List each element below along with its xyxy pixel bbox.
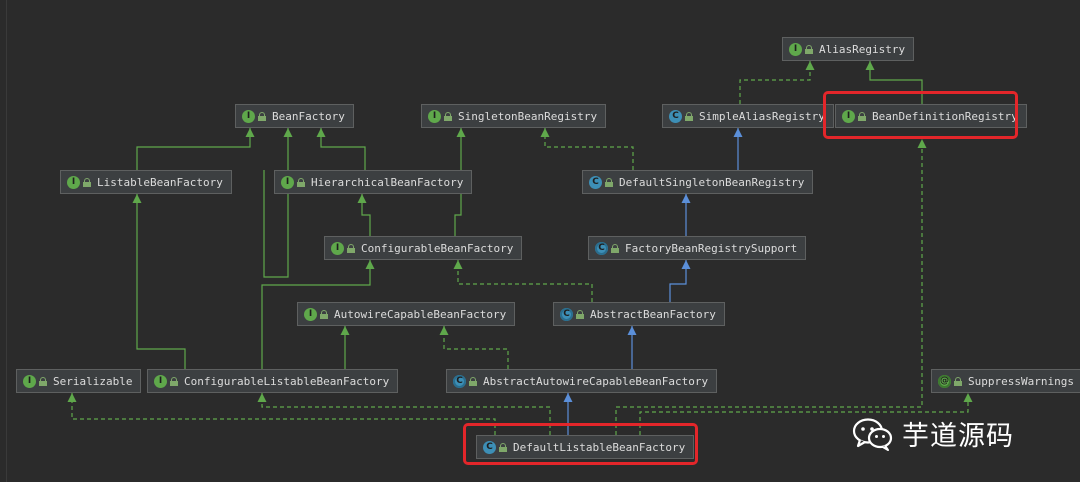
node-label: DefaultSingletonBeanRegistry	[619, 175, 805, 189]
interface-icon: I	[304, 307, 317, 321]
node-label: SimpleAliasRegistry	[699, 109, 825, 123]
lock-icon	[605, 177, 613, 187]
arrowhead	[917, 139, 927, 148]
lock-icon	[39, 376, 47, 386]
arrowhead	[456, 128, 466, 137]
edge-abstractautowire-to-autowire	[443, 326, 509, 369]
edge-abstractbf-to-configurable	[457, 260, 593, 302]
edge-autowire-to-beanfactory	[263, 128, 289, 278]
lock-icon	[611, 243, 619, 253]
highlight-default-listable-bean-factory	[463, 423, 698, 465]
node-label: FactoryBeanRegistrySupport	[625, 241, 798, 255]
arrowhead	[563, 393, 573, 402]
arrowhead	[357, 194, 367, 203]
arrowhead	[540, 128, 550, 137]
node-label: AliasRegistry	[819, 42, 906, 56]
node-label: SuppressWarnings	[968, 374, 1074, 388]
interface-icon: I	[331, 241, 344, 255]
watermark: 芋道源码	[852, 414, 1014, 453]
node-bean-factory[interactable]: I BeanFactory	[235, 104, 354, 128]
node-label: AbstractBeanFactory	[590, 307, 716, 321]
abstract-class-icon: C	[560, 307, 573, 321]
node-abstract-autowire-capable-bean-factory[interactable]: C AbstractAutowireCapableBeanFactory	[446, 369, 718, 393]
node-label: ListableBeanFactory	[97, 175, 223, 189]
node-default-singleton-bean-registry[interactable]: C DefaultSingletonBeanRegistry	[582, 170, 814, 194]
interface-icon: I	[789, 42, 802, 56]
node-hierarchical-bean-factory[interactable]: I HierarchicalBeanFactory	[274, 170, 473, 194]
node-abstract-bean-factory[interactable]: C AbstractBeanFactory	[553, 302, 725, 326]
node-configurable-listable-bean-factory[interactable]: I ConfigurableListableBeanFactory	[147, 369, 399, 393]
node-label: BeanFactory	[272, 109, 345, 123]
arrowhead	[132, 194, 142, 203]
node-autowire-capable-bean-factory[interactable]: I AutowireCapableBeanFactory	[297, 302, 516, 326]
edge-defaultsingleton-to-singleton	[544, 128, 634, 170]
arrowhead	[681, 260, 691, 269]
highlight-bean-definition-registry	[823, 91, 1018, 139]
relationship-edges	[67, 61, 973, 435]
node-label: SingletonBeanRegistry	[458, 109, 598, 123]
node-singleton-bean-registry[interactable]: I SingletonBeanRegistry	[421, 104, 607, 128]
class-icon: C	[589, 175, 602, 189]
arrowhead	[245, 128, 255, 137]
arrowhead	[865, 61, 875, 70]
lock-icon	[83, 177, 91, 187]
node-alias-registry[interactable]: I AliasRegistry	[782, 37, 915, 61]
node-suppress-warnings[interactable]: @ SuppressWarnings	[931, 369, 1080, 393]
watermark-text: 芋道源码	[902, 421, 1014, 452]
node-serializable[interactable]: I Serializable	[16, 369, 142, 393]
lock-icon	[469, 376, 477, 386]
wechat-icon	[852, 417, 893, 451]
arrowhead	[453, 260, 463, 269]
arrowhead	[283, 128, 293, 137]
arrowhead	[257, 393, 267, 402]
lock-icon	[347, 243, 355, 253]
annotation-icon: @	[938, 374, 951, 388]
interface-icon: I	[242, 109, 255, 123]
node-label: ConfigurableBeanFactory	[361, 241, 514, 255]
arrowhead	[681, 194, 691, 203]
node-label: AbstractAutowireCapableBeanFactory	[483, 374, 709, 388]
lock-icon	[170, 376, 178, 386]
interface-icon: I	[428, 109, 441, 123]
node-label: ConfigurableListableBeanFactory	[184, 374, 390, 388]
lock-icon	[258, 111, 266, 121]
interface-icon: I	[281, 175, 294, 189]
edge-default-to-serializable	[71, 393, 496, 435]
node-listable-bean-factory[interactable]: I ListableBeanFactory	[60, 170, 232, 194]
class-icon: C	[669, 109, 682, 123]
node-factory-bean-registry-support[interactable]: C FactoryBeanRegistrySupport	[588, 236, 807, 260]
edge-listable-to-beanfactory	[136, 128, 251, 170]
node-label: HierarchicalBeanFactory	[311, 175, 464, 189]
edge-configlistable-to-listable	[136, 194, 186, 369]
arrowhead	[627, 326, 637, 335]
arrowhead	[316, 128, 326, 137]
interface-icon: I	[23, 374, 36, 388]
lock-icon	[320, 309, 328, 319]
node-label: Serializable	[53, 374, 133, 388]
arrowhead	[439, 326, 449, 335]
edge-simplealias-to-aliasregistry	[739, 61, 811, 104]
interface-icon: I	[67, 175, 80, 189]
lock-icon	[805, 44, 813, 54]
edge-hierarchical-to-beanfactory	[320, 128, 366, 170]
node-label: AutowireCapableBeanFactory	[334, 307, 507, 321]
abstract-class-icon: C	[595, 241, 608, 255]
arrowhead	[340, 326, 350, 335]
node-configurable-bean-factory[interactable]: I ConfigurableBeanFactory	[324, 236, 523, 260]
lock-icon	[576, 309, 584, 319]
arrowhead	[963, 393, 973, 402]
arrowhead	[67, 393, 77, 402]
lock-icon	[954, 376, 962, 386]
lock-icon	[685, 111, 693, 121]
interface-icon: I	[154, 374, 167, 388]
arrowhead	[805, 61, 815, 70]
lock-icon	[297, 177, 305, 187]
arrowhead	[733, 128, 743, 137]
node-simple-alias-registry[interactable]: C SimpleAliasRegistry	[662, 104, 834, 128]
abstract-class-icon: C	[453, 374, 466, 388]
lock-icon	[444, 111, 452, 121]
arrowhead	[365, 260, 375, 269]
